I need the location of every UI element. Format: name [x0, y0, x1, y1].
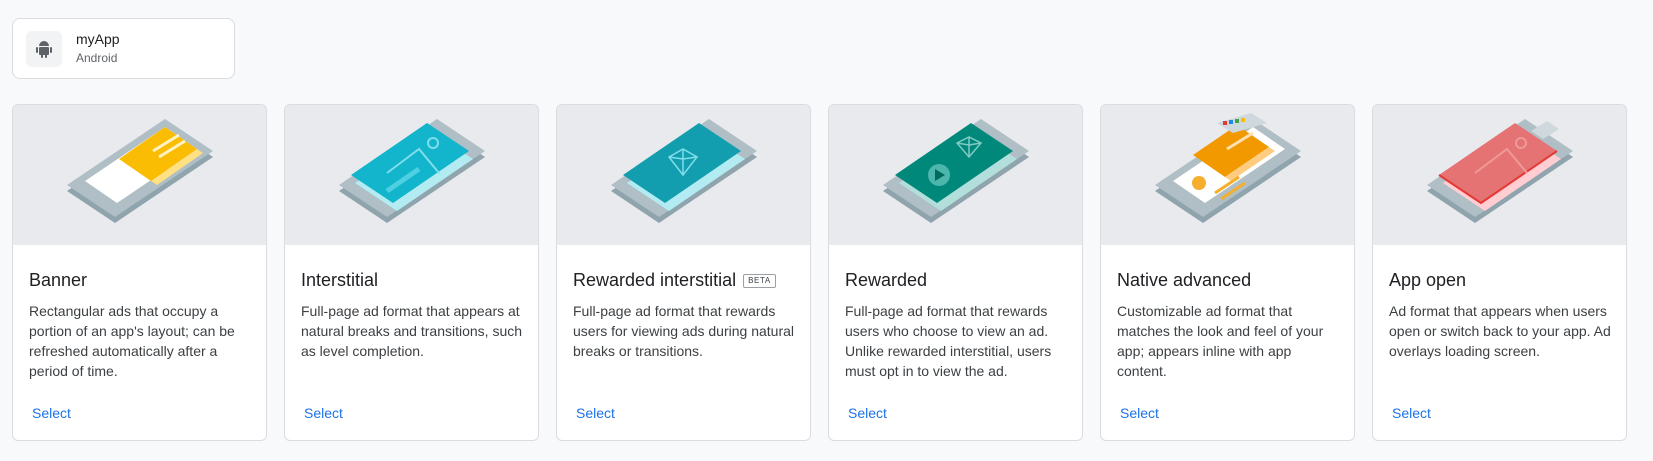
card-title: Banner	[29, 270, 87, 291]
rewarded-illustration	[829, 105, 1082, 245]
card-title-text: Banner	[29, 270, 88, 290]
card-description: Full-page ad format that appears at natu…	[301, 303, 523, 359]
card-banner: Banner Rectangular ads that occupy a por…	[12, 104, 267, 441]
android-icon	[26, 30, 62, 67]
beta-badge: BETA	[743, 273, 776, 288]
card-title-text: Native advanced	[1117, 270, 1252, 290]
card-native-advanced: Native advanced Customizable ad format t…	[1100, 104, 1355, 441]
card-title-text: Interstitial	[301, 270, 379, 290]
app-platform: Android	[76, 51, 118, 66]
select-native-advanced-link[interactable]: Select	[1120, 405, 1159, 421]
card-title-text: App open	[1389, 270, 1467, 290]
card-title-text: Rewarded	[845, 270, 928, 290]
card-title: Native advanced	[1117, 270, 1251, 291]
card-rewarded: Rewarded Full-page ad format that reward…	[828, 104, 1083, 441]
app-selector[interactable]: myApp Android	[12, 18, 235, 79]
card-title: Rewarded interstitial BETA	[573, 270, 776, 291]
select-rewarded-interstitial-link[interactable]: Select	[576, 405, 615, 421]
card-description: Ad format that appears when users open o…	[1389, 303, 1611, 359]
card-app-open: App open Ad format that appears when use…	[1372, 104, 1627, 441]
card-description: Customizable ad format that matches the …	[1117, 303, 1324, 379]
card-interstitial: Interstitial Full-page ad format that ap…	[284, 104, 539, 441]
card-title: Rewarded	[845, 270, 927, 291]
select-rewarded-link[interactable]: Select	[848, 405, 887, 421]
rewarded-interstitial-illustration	[557, 105, 810, 245]
card-title: Interstitial	[301, 270, 378, 291]
banner-illustration	[13, 105, 266, 245]
ad-format-cards: Banner Rectangular ads that occupy a por…	[12, 104, 1627, 441]
app-name: myApp	[76, 30, 120, 47]
card-title-text: Rewarded interstitial	[573, 270, 737, 290]
interstitial-illustration	[285, 105, 538, 245]
select-interstitial-link[interactable]: Select	[304, 405, 343, 421]
app-open-illustration	[1373, 105, 1626, 245]
select-app-open-link[interactable]: Select	[1392, 405, 1431, 421]
card-description: Full-page ad format that rewards users w…	[845, 303, 1052, 379]
card-description: Rectangular ads that occupy a portion of…	[29, 303, 235, 379]
select-banner-link[interactable]: Select	[32, 405, 71, 421]
card-description: Full-page ad format that rewards users f…	[573, 303, 795, 359]
card-rewarded-interstitial: Rewarded interstitial BETA Full-page ad …	[556, 104, 811, 441]
card-title: App open	[1389, 270, 1466, 291]
native-advanced-illustration	[1101, 105, 1354, 245]
play-icon	[927, 163, 950, 186]
